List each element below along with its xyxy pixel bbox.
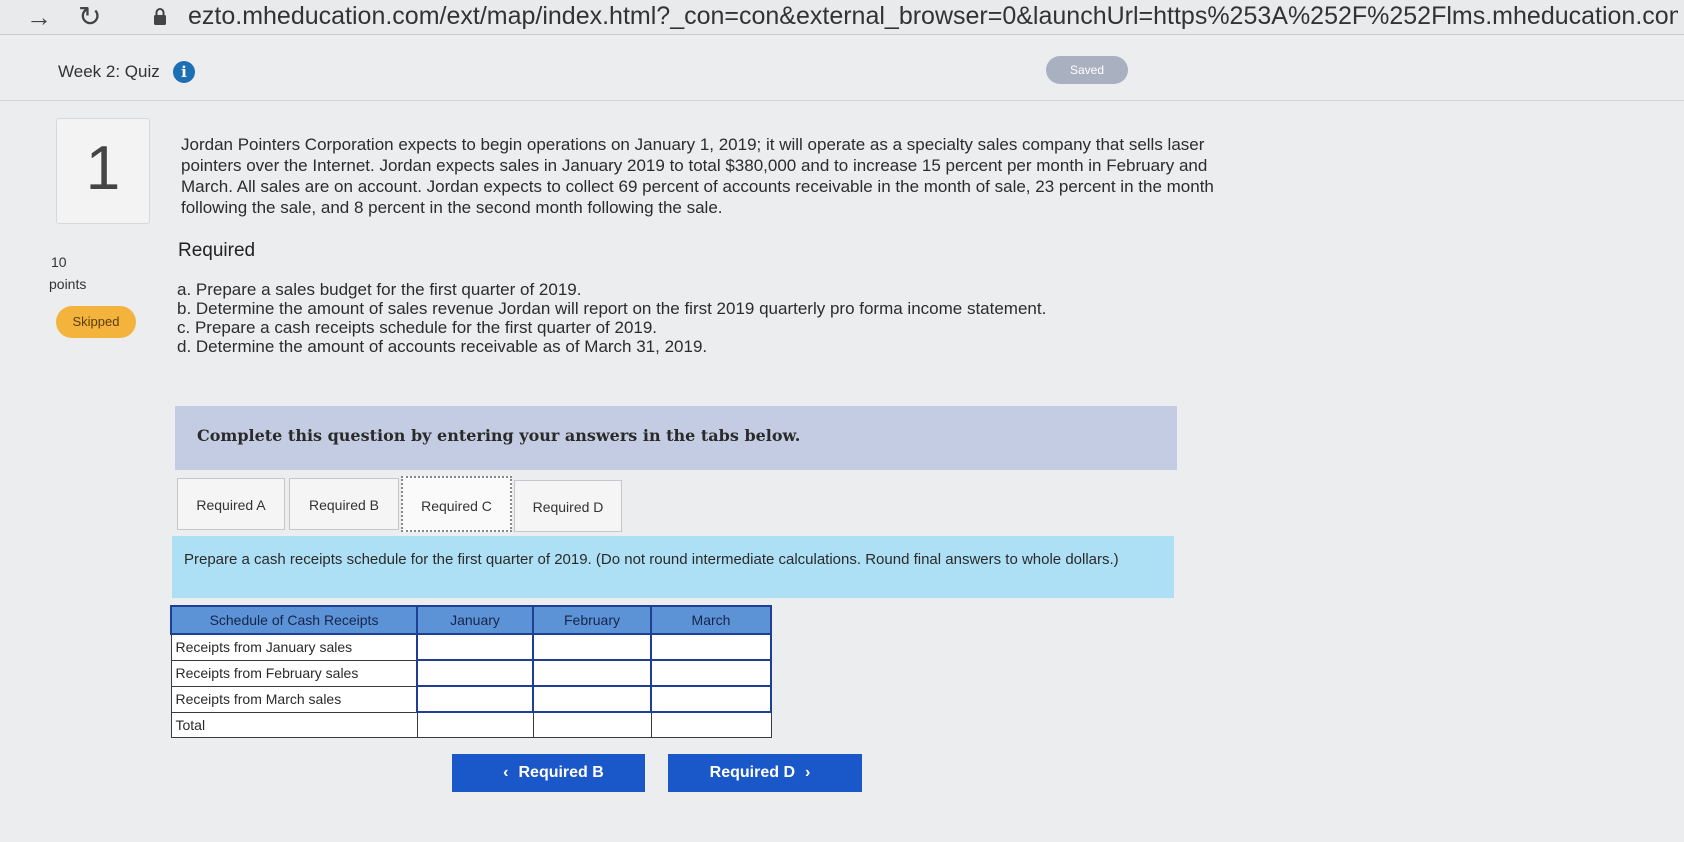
chevron-right-icon: ›: [805, 764, 811, 781]
instruction-text: Complete this question by entering your …: [197, 426, 801, 445]
row-label: Receipts from January sales: [170, 633, 418, 661]
lock-icon: [154, 8, 166, 25]
header-schedule: Schedule of Cash Receipts: [170, 605, 418, 635]
tab-required-a[interactable]: Required A: [177, 478, 285, 530]
input-feb-sales-january[interactable]: [416, 659, 534, 687]
prev-required-button[interactable]: ‹ Required B: [452, 754, 645, 792]
reload-icon[interactable]: ↻: [78, 2, 101, 32]
input-feb-sales-march[interactable]: [650, 659, 772, 687]
input-mar-sales-january[interactable]: [416, 685, 534, 713]
input-jan-sales-january[interactable]: [416, 633, 534, 661]
points-label: points: [49, 276, 87, 292]
input-jan-sales-march[interactable]: [650, 633, 772, 661]
points-value: 10: [51, 254, 67, 270]
forward-arrow-icon[interactable]: →: [26, 2, 52, 32]
total-march: [650, 711, 772, 738]
required-heading: Required: [178, 240, 256, 261]
input-mar-sales-february[interactable]: [532, 685, 652, 713]
input-jan-sales-february[interactable]: [532, 633, 652, 661]
task-instructions: Prepare a cash receipts schedule for the…: [184, 551, 1119, 568]
quiz-title: Week 2: Quiz: [58, 62, 160, 81]
header-march: March: [650, 605, 772, 635]
cash-receipts-table: Schedule of Cash Receipts January Februa…: [170, 605, 772, 738]
requirements-list: a. Prepare a sales budget for the first …: [177, 280, 1177, 356]
saved-status-badge: Saved: [1046, 56, 1128, 84]
input-feb-sales-february[interactable]: [532, 659, 652, 687]
question-number: 1: [85, 134, 121, 203]
question-prompt: Jordan Pointers Corporation expects to b…: [181, 135, 1214, 217]
info-icon[interactable]: i: [173, 61, 195, 83]
table-row: Receipts from January sales: [170, 633, 772, 661]
row-label: Total: [170, 711, 418, 738]
address-bar[interactable]: ezto.mheducation.com/ext/map/index.html?…: [188, 0, 1678, 34]
chevron-left-icon: ‹: [503, 764, 509, 781]
browser-toolbar: → ↻ ezto.mheducation.com/ext/map/index.h…: [0, 0, 1684, 35]
table-row: Receipts from March sales: [170, 685, 772, 713]
header-january: January: [416, 605, 534, 635]
tab-required-b[interactable]: Required B: [289, 478, 399, 530]
quiz-header: Week 2: Quiz i Saved: [0, 38, 1684, 101]
requirement-b: b. Determine the amount of sales revenue…: [177, 299, 1047, 318]
instruction-banner: Complete this question by entering your …: [175, 406, 1177, 470]
tab-required-c[interactable]: Required C: [401, 476, 512, 532]
table-header-row: Schedule of Cash Receipts January Februa…: [170, 605, 772, 635]
total-january: [416, 711, 534, 738]
prev-button-label: Required B: [518, 764, 604, 781]
header-february: February: [532, 605, 652, 635]
total-february: [532, 711, 652, 738]
requirement-a: a. Prepare a sales budget for the first …: [177, 280, 582, 299]
tab-required-d[interactable]: Required D: [514, 480, 622, 532]
requirement-c: c. Prepare a cash receipts schedule for …: [177, 318, 658, 337]
task-banner: Prepare a cash receipts schedule for the…: [172, 536, 1174, 598]
next-button-label: Required D: [709, 764, 795, 781]
input-mar-sales-march[interactable]: [650, 685, 772, 713]
row-label: Receipts from March sales: [170, 685, 418, 713]
status-badge: Skipped: [56, 306, 136, 338]
table-row: Receipts from February sales: [170, 659, 772, 687]
row-label: Receipts from February sales: [170, 659, 418, 687]
next-required-button[interactable]: Required D ›: [668, 754, 862, 792]
table-row: Total: [170, 711, 772, 738]
requirement-d: d. Determine the amount of accounts rece…: [177, 337, 708, 356]
question-number-box: 1: [56, 118, 150, 224]
